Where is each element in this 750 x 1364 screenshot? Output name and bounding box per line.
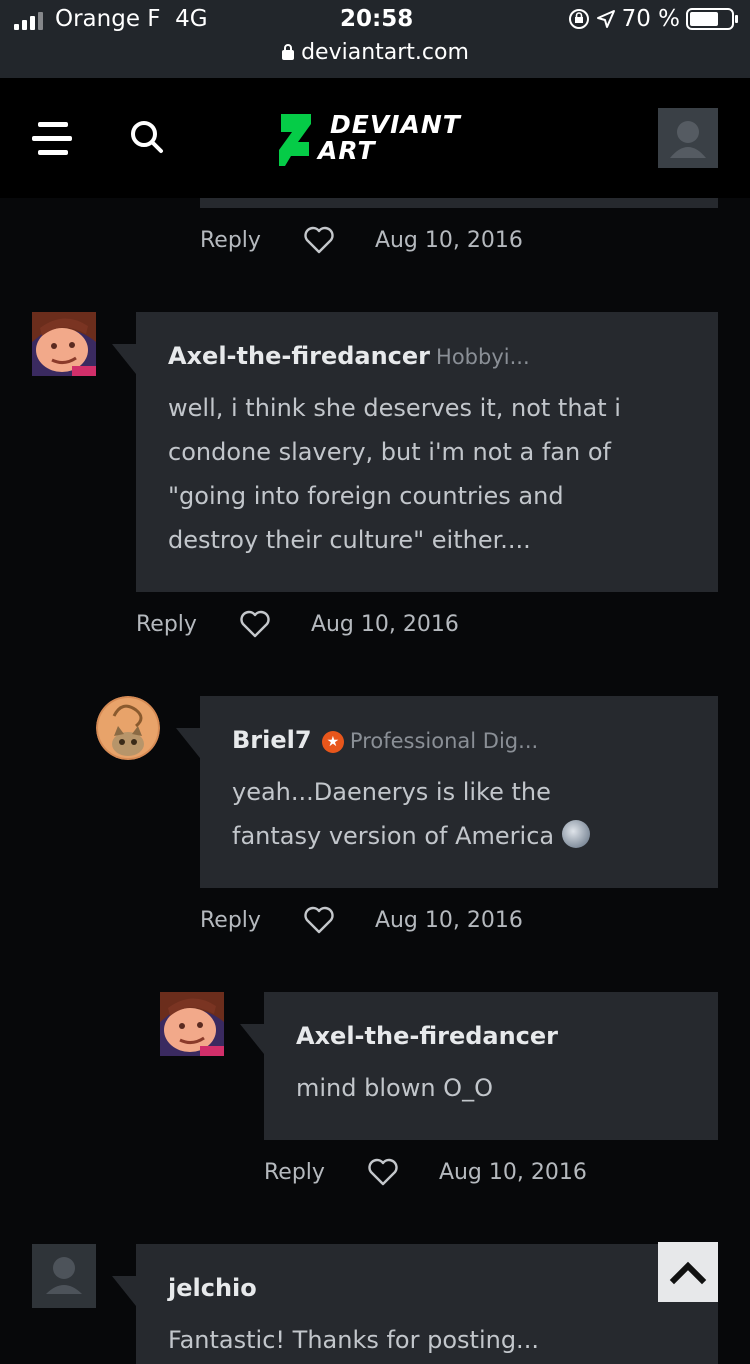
comment-meta: Reply Aug 10, 2016: [200, 906, 523, 934]
signal-icon: [14, 12, 44, 30]
commenter-avatar[interactable]: [32, 312, 96, 376]
comment-bubble: jelchio Fantastic! Thanks for posting...: [112, 1244, 718, 1364]
commenter-avatar[interactable]: [32, 1244, 96, 1308]
comment-bubble: Axel-the-firedancer Hobbyi... well, i thi…: [112, 312, 718, 592]
comment-meta: Reply Aug 10, 2016: [200, 226, 523, 254]
commenter-avatar[interactable]: [160, 992, 224, 1056]
search-icon[interactable]: [130, 120, 164, 154]
comment-author[interactable]: Axel-the-firedancer Hobbyi...: [168, 342, 530, 370]
reply-button[interactable]: Reply: [264, 1160, 325, 1185]
author-role: Professional Dig...: [349, 729, 539, 753]
reply-button[interactable]: Reply: [200, 228, 261, 253]
status-right: 70 %: [568, 6, 738, 32]
url-bar[interactable]: deviantart.com: [0, 40, 750, 65]
comment-text: Fantastic! Thanks for posting...: [168, 1326, 539, 1354]
previous-comment-bubble-edge: [200, 198, 718, 208]
comment-bubble: Briel7 ★ Professional Dig... yeah...Daene…: [176, 696, 718, 888]
comment-text: well, i think she deserves it, not that …: [168, 394, 621, 554]
favourite-heart-icon[interactable]: [239, 610, 271, 638]
avatar-placeholder-icon: [32, 1244, 96, 1308]
favourite-heart-icon[interactable]: [303, 226, 335, 254]
carrier-label: Orange F 4G: [55, 6, 208, 32]
comment-author[interactable]: Briel7 ★ Professional Dig...: [232, 726, 538, 754]
comment-author[interactable]: jelchio: [168, 1274, 257, 1302]
avatar-image: [96, 696, 160, 760]
url-text: deviantart.com: [301, 40, 469, 65]
avatar-placeholder-icon: [658, 108, 718, 168]
orientation-lock-icon: [568, 9, 589, 29]
status-bar: Orange F 4G 20:58 70 % deviantart.com: [0, 0, 750, 78]
avatar-image: [160, 992, 224, 1056]
avatar-image: [32, 312, 96, 376]
favourite-heart-icon[interactable]: [367, 1158, 399, 1186]
comment-date: Aug 10, 2016: [374, 227, 523, 253]
comment-bubble: Axel-the-firedancer mind blown O_O: [240, 992, 718, 1140]
favourite-heart-icon[interactable]: [303, 906, 335, 934]
deviantart-logo-icon: [279, 114, 311, 166]
battery-icon: [686, 8, 738, 30]
menu-icon[interactable]: [32, 122, 72, 156]
chevron-up-icon: [669, 1261, 707, 1285]
comment-date: Aug 10, 2016: [374, 907, 523, 933]
scroll-to-top-button[interactable]: [658, 1242, 718, 1302]
comment-author[interactable]: Axel-the-firedancer: [296, 1022, 558, 1050]
reply-button[interactable]: Reply: [136, 612, 197, 637]
user-avatar[interactable]: [658, 108, 718, 168]
lock-icon: [282, 44, 295, 60]
location-icon: [596, 10, 615, 28]
comment-date: Aug 10, 2016: [438, 1159, 587, 1185]
comment-date: Aug 10, 2016: [310, 611, 459, 637]
logo-text: DEVIANT ART: [318, 110, 461, 165]
site-header: DEVIANT ART: [0, 78, 750, 198]
comment-text: yeah...Daenerys is like the fantasy vers…: [232, 770, 591, 858]
comment-meta: Reply Aug 10, 2016: [136, 610, 459, 638]
star-badge-icon: ★: [321, 731, 344, 753]
reply-button[interactable]: Reply: [200, 908, 261, 933]
author-role: Hobbyi...: [436, 345, 530, 369]
comment-meta: Reply Aug 10, 2016: [264, 1158, 587, 1186]
comment-text: mind blown O_O: [296, 1074, 493, 1102]
battery-percent: 70 %: [621, 6, 680, 32]
eye-roll-emoticon-icon: [562, 820, 591, 848]
commenter-avatar[interactable]: [96, 696, 160, 760]
clock: 20:58: [340, 6, 414, 32]
deviantart-logo[interactable]: DEVIANT ART: [278, 112, 478, 168]
